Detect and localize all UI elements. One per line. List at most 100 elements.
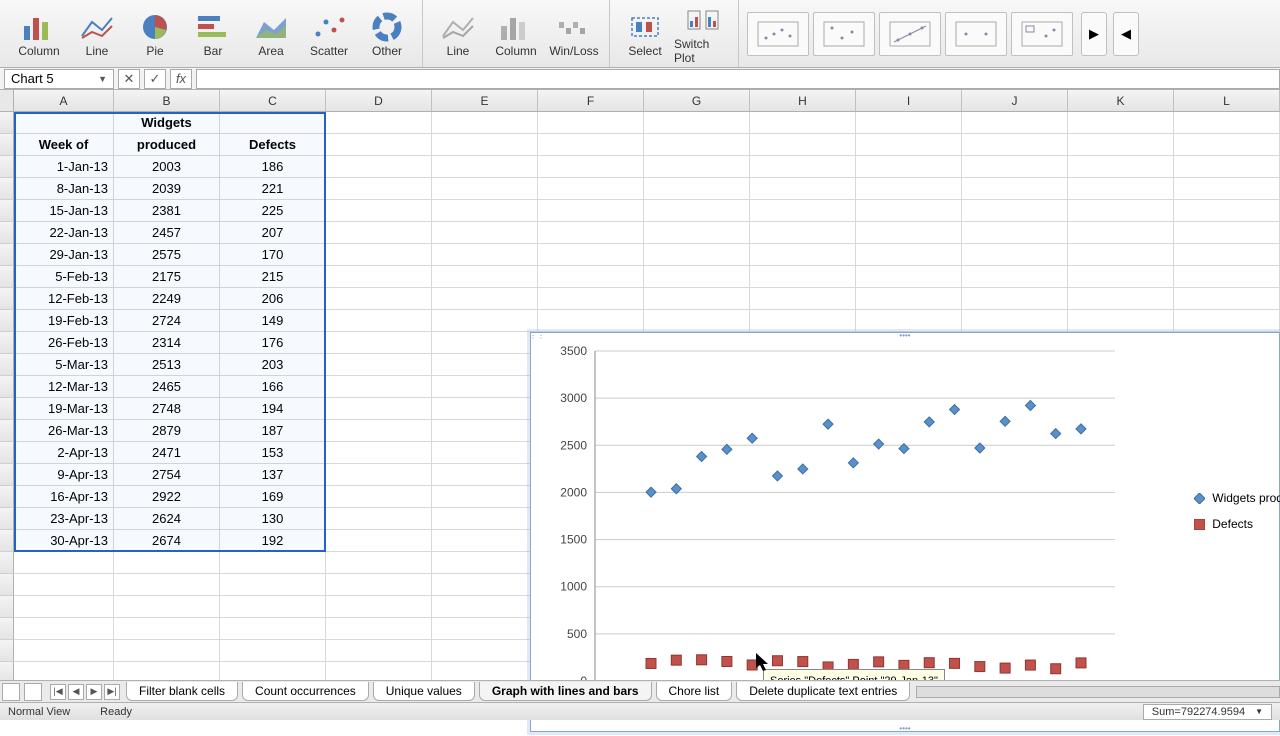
name-box[interactable]: Chart 5 ▼ — [4, 69, 114, 89]
data-point-diamond[interactable] — [747, 433, 757, 443]
cell[interactable] — [644, 178, 750, 200]
cell[interactable]: 187 — [220, 420, 326, 442]
cell[interactable] — [538, 310, 644, 332]
cell[interactable] — [326, 288, 432, 310]
cell[interactable] — [1174, 244, 1280, 266]
data-point-diamond[interactable] — [924, 417, 934, 427]
cell[interactable]: 2003 — [114, 156, 220, 178]
cell[interactable] — [750, 156, 856, 178]
cell[interactable]: 149 — [220, 310, 326, 332]
cell[interactable] — [856, 134, 962, 156]
cell[interactable] — [326, 266, 432, 288]
name-box-dropdown-icon[interactable]: ▼ — [98, 74, 107, 84]
row-header[interactable] — [0, 156, 14, 178]
cell[interactable] — [962, 310, 1068, 332]
cell[interactable] — [750, 200, 856, 222]
cell[interactable] — [856, 222, 962, 244]
row-header[interactable] — [0, 244, 14, 266]
cell[interactable] — [432, 244, 538, 266]
cell[interactable] — [14, 596, 114, 618]
chart-legend[interactable]: Widgets produced Defects — [1194, 491, 1280, 543]
layout-thumb-5[interactable] — [1011, 12, 1073, 56]
row-header[interactable] — [0, 200, 14, 222]
cell[interactable] — [962, 156, 1068, 178]
legend-item-widgets[interactable]: Widgets produced — [1194, 491, 1280, 505]
cell[interactable] — [326, 508, 432, 530]
cell[interactable] — [432, 486, 538, 508]
cell[interactable]: 207 — [220, 222, 326, 244]
cell[interactable] — [114, 552, 220, 574]
sheet-tab[interactable]: Filter blank cells — [126, 682, 238, 701]
cell[interactable] — [326, 354, 432, 376]
cell[interactable]: 2381 — [114, 200, 220, 222]
cell[interactable]: 2249 — [114, 288, 220, 310]
data-point-diamond[interactable] — [823, 419, 833, 429]
cell[interactable]: 30-Apr-13 — [14, 530, 114, 552]
cell[interactable]: 2175 — [114, 266, 220, 288]
cell[interactable] — [644, 222, 750, 244]
cell[interactable]: 2314 — [114, 332, 220, 354]
cell[interactable] — [538, 112, 644, 134]
cell[interactable] — [962, 288, 1068, 310]
data-point-diamond[interactable] — [697, 452, 707, 462]
cell[interactable] — [856, 310, 962, 332]
layout-thumb-3[interactable] — [879, 12, 941, 56]
cell[interactable] — [432, 530, 538, 552]
cell[interactable] — [432, 398, 538, 420]
cell[interactable]: 22-Jan-13 — [14, 222, 114, 244]
sheet-tab[interactable]: Chore list — [656, 682, 733, 701]
cell[interactable] — [644, 156, 750, 178]
cell[interactable] — [644, 266, 750, 288]
cell[interactable] — [1174, 156, 1280, 178]
cell[interactable]: 186 — [220, 156, 326, 178]
cell[interactable]: 26-Feb-13 — [14, 332, 114, 354]
data-point-diamond[interactable] — [722, 444, 732, 454]
cell[interactable] — [326, 244, 432, 266]
cell[interactable] — [1068, 266, 1174, 288]
column-header-C[interactable]: C — [220, 90, 326, 112]
cell[interactable] — [326, 398, 432, 420]
column-header-A[interactable]: A — [14, 90, 114, 112]
cell[interactable] — [326, 222, 432, 244]
cell[interactable] — [326, 200, 432, 222]
cell[interactable] — [856, 178, 962, 200]
cell[interactable] — [14, 112, 114, 134]
row-header[interactable] — [0, 354, 14, 376]
cell[interactable] — [644, 288, 750, 310]
cell[interactable] — [1068, 156, 1174, 178]
cell[interactable] — [220, 618, 326, 640]
cell[interactable] — [220, 552, 326, 574]
cell[interactable] — [750, 288, 856, 310]
bar-button[interactable]: Bar — [184, 3, 242, 65]
cell[interactable] — [962, 222, 1068, 244]
row-header[interactable] — [0, 640, 14, 662]
cell[interactable] — [432, 200, 538, 222]
cell[interactable] — [220, 640, 326, 662]
cell[interactable]: 203 — [220, 354, 326, 376]
cell[interactable] — [432, 112, 538, 134]
data-point-diamond[interactable] — [646, 487, 656, 497]
column-header-G[interactable]: G — [644, 90, 750, 112]
cell[interactable] — [326, 112, 432, 134]
cell[interactable] — [1174, 266, 1280, 288]
cell[interactable]: 2674 — [114, 530, 220, 552]
chart-resize-handle[interactable]: ⋮⋮ — [529, 331, 539, 341]
cell[interactable] — [220, 574, 326, 596]
data-point-square[interactable] — [1051, 664, 1061, 674]
cell[interactable] — [962, 178, 1068, 200]
cell[interactable]: 2039 — [114, 178, 220, 200]
cell[interactable] — [432, 288, 538, 310]
data-point-square[interactable] — [671, 655, 681, 665]
cell[interactable]: 2724 — [114, 310, 220, 332]
row-header[interactable] — [0, 552, 14, 574]
cell[interactable] — [962, 112, 1068, 134]
cell[interactable] — [326, 178, 432, 200]
accept-formula-icon[interactable]: ✓ — [144, 69, 166, 89]
cell[interactable] — [432, 266, 538, 288]
gallery-next-icon[interactable]: ▶ — [1081, 12, 1107, 56]
cell[interactable] — [856, 112, 962, 134]
cell[interactable] — [1174, 112, 1280, 134]
cell[interactable]: 2457 — [114, 222, 220, 244]
data-point-square[interactable] — [874, 657, 884, 667]
cell[interactable]: 194 — [220, 398, 326, 420]
